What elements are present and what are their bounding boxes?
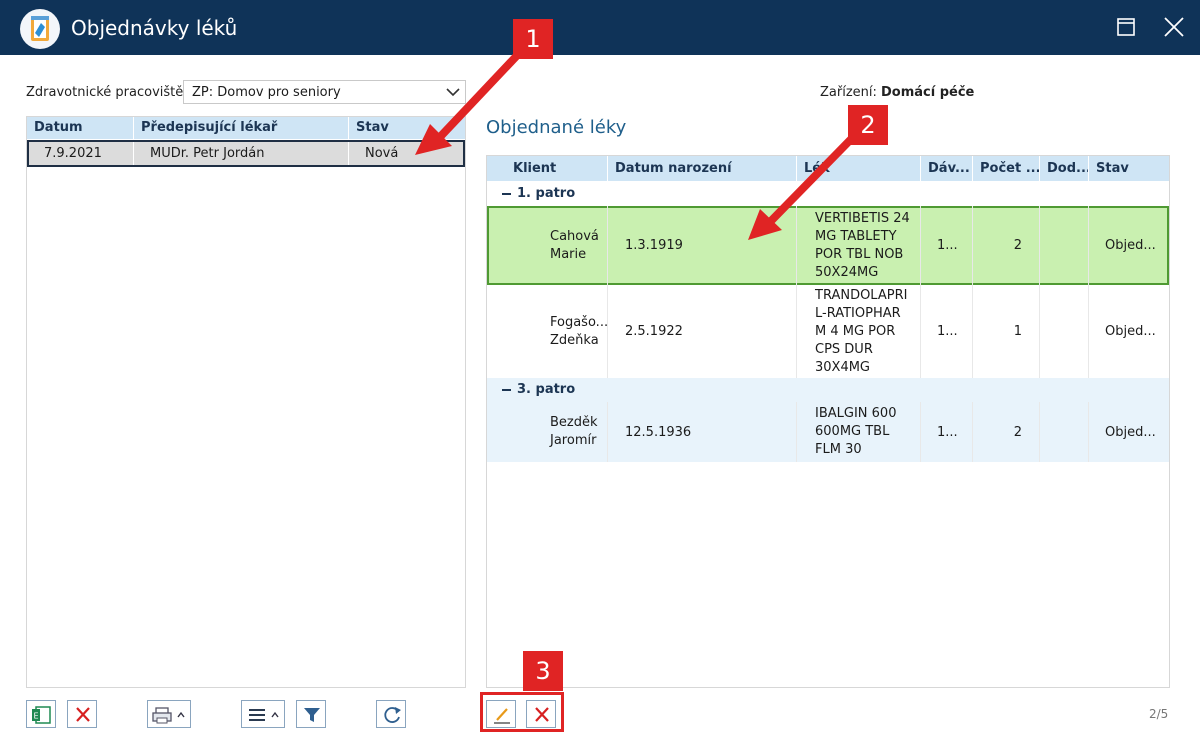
client-cell: Cahová Marie [506,206,608,285]
dose-cell: 1... [921,285,973,378]
ordered-drugs-grid: Klient Datum narození Lék Dáv... Počet .… [486,155,1170,688]
drug-cell: IBALGIN 600 600MG TBL FLM 30 [797,402,921,462]
maximize-icon[interactable] [1113,14,1139,40]
delivered-cell [1040,206,1089,285]
birthdate-cell: 2.5.1922 [608,285,797,378]
workplace-label: Zdravotnické pracoviště: [26,85,188,100]
column-header-dose[interactable]: Dáv... [921,156,973,181]
delete-icon [76,707,90,722]
ordered-drugs-title: Objednané léky [486,117,627,138]
drug-cell: TRANDOLAPRI L-RATIOPHAR M 4 MG POR CPS DUR 3… [797,285,921,378]
column-header-count[interactable]: Počet ... [973,156,1040,181]
svg-text:E: E [34,712,39,721]
drug-line: 30X4MG [815,359,871,375]
facility-value: Domácí péče [881,85,975,100]
delivered-cell [1040,285,1089,378]
orders-grid: Datum Předepisující lékař Stav 7.9.2021 … [26,116,466,688]
annotation-badge-1: 1 [513,19,553,59]
drug-line: MG TABLETY [815,228,897,244]
drug-line: FLM 30 [815,442,862,457]
group-row[interactable]: 3. patro [487,378,1169,402]
client-cell: Fogašo... Zdeňka [506,285,608,378]
count-cell: 2 [973,402,1040,462]
order-row-selected[interactable]: 7.9.2021 MUDr. Petr Jordán Nová [27,140,465,167]
workplace-select[interactable]: ZP: Domov pro seniory [183,80,466,104]
window-title: Objednávky léků [71,16,238,40]
print-icon [152,707,185,724]
order-status: Nová [365,146,399,161]
dose-cell: 1... [921,402,973,462]
annotation-highlight-box [480,692,564,732]
drug-line: M 4 MG POR [815,323,896,339]
drug-line: 600MG TBL [815,424,890,439]
orders-grid-header: Datum Předepisující lékař Stav [27,117,465,139]
menu-button[interactable] [241,700,285,728]
order-date: 7.9.2021 [29,142,134,165]
facility-label: Zařízení: [820,85,877,100]
refresh-button[interactable] [376,700,406,728]
annotation-badge-3: 3 [523,651,563,691]
column-header-birthdate[interactable]: Datum narození [608,156,797,181]
status-cell: Objed... [1105,424,1156,440]
status-cell: Objed... [1105,238,1156,253]
delete-order-button[interactable] [67,700,97,728]
status-cell: Objed... [1105,324,1156,339]
excel-export-icon: E [32,706,51,724]
collapse-icon[interactable] [502,193,511,195]
client-cell: Bezděk Jaromír [506,402,608,462]
app-logo-icon [20,9,60,49]
column-header-client[interactable]: Klient [506,156,608,181]
chevron-down-icon [445,84,461,100]
drug-line: POR TBL NOB [815,246,904,262]
collapse-icon[interactable] [502,389,511,391]
title-bar: Objednávky léků [0,0,1200,55]
client-name: Cahová [550,228,599,244]
column-header-doctor[interactable]: Předepisující lékař [134,117,349,139]
group-row[interactable]: 1. patro [487,182,1169,206]
ordered-drugs-header: Klient Datum narození Lék Dáv... Počet .… [487,156,1169,181]
filter-icon [304,708,320,722]
column-header-date[interactable]: Datum [27,117,134,139]
close-icon[interactable] [1161,14,1187,40]
drug-line: 50X24MG [815,264,879,280]
table-row[interactable]: Cahová Marie 1.3.1919 VERTIBETIS 24 MG TAB… [487,206,1169,285]
drug-line: IBALGIN 600 [815,406,897,421]
column-header-status[interactable]: Stav [1089,156,1169,181]
client-name: Bezděk [550,415,598,430]
count-cell: 2 [973,206,1040,285]
annotation-badge-2: 2 [848,105,888,145]
print-button[interactable] [147,700,191,728]
birthdate-cell: 1.3.1919 [608,206,797,285]
drug-cell: VERTIBETIS 24 MG TABLETY POR TBL NOB 50X24M… [797,206,921,285]
excel-export-button[interactable]: E [26,700,56,728]
column-header-status[interactable]: Stav [349,117,465,139]
birthdate-cell: 12.5.1936 [608,402,797,462]
count-cell: 1 [973,285,1040,378]
refresh-icon [384,707,401,723]
menu-icon [249,709,279,721]
table-row[interactable]: Bezděk Jaromír 12.5.1936 IBALGIN 600 600MG… [487,402,1169,462]
drug-line: TRANDOLAPRI [815,287,908,303]
column-header-delivered[interactable]: Dod... [1040,156,1089,181]
drug-line: L-RATIOPHAR [815,305,901,321]
client-name: Fogašo... [550,314,609,330]
column-header-drug[interactable]: Lék [797,156,921,181]
client-name: Marie [550,246,587,262]
group-label: 3. patro [517,382,576,397]
client-name: Jaromír [550,433,597,448]
table-row[interactable]: Fogašo... Zdeňka 2.5.1922 TRANDOLAPRI L-RA… [487,285,1169,378]
order-doctor: MUDr. Petr Jordán [134,142,349,165]
delivered-cell [1040,402,1089,462]
filter-button[interactable] [296,700,326,728]
drug-line: CPS DUR [815,341,873,357]
group-label: 1. patro [517,186,576,201]
client-name: Zdeňka [550,332,599,348]
workplace-select-value: ZP: Domov pro seniory [192,85,341,100]
page-indicator: 2/5 [1149,707,1169,721]
dose-cell: 1... [921,206,973,285]
drug-line: VERTIBETIS 24 [815,210,910,226]
